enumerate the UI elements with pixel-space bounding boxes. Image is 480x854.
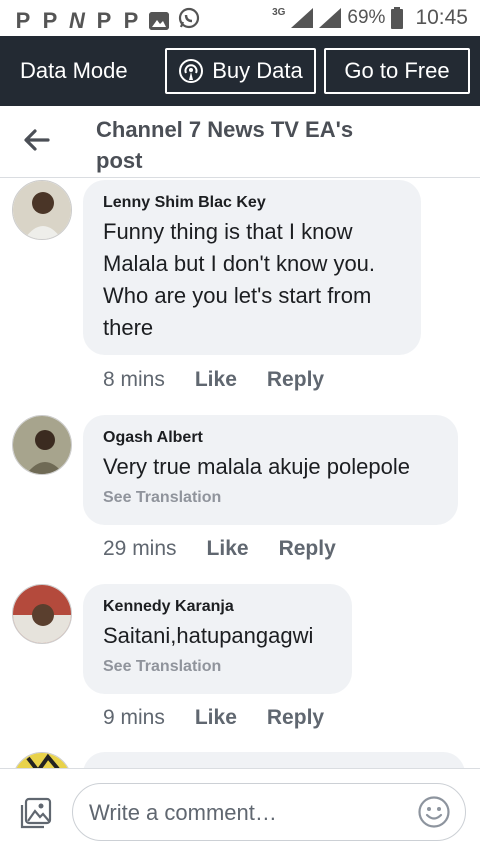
comment-actions: 29 mins Like Reply <box>103 537 366 561</box>
emoji-icon[interactable] <box>417 795 451 829</box>
reply-button[interactable]: Reply <box>267 368 324 392</box>
post-header: Channel 7 News TV EA's post <box>0 106 480 178</box>
whatsapp-icon <box>178 7 200 34</box>
avatar[interactable] <box>12 415 72 475</box>
avatar[interactable] <box>12 584 72 644</box>
back-arrow-icon[interactable] <box>22 126 50 154</box>
battery-percent: 69% <box>347 7 386 28</box>
photo-icon[interactable] <box>18 797 52 831</box>
gallery-icon <box>149 11 169 30</box>
comment-time: 8 mins <box>103 368 165 391</box>
comment-item <box>0 752 480 768</box>
comment-time: 9 mins <box>103 706 165 729</box>
avatar[interactable] <box>12 180 72 240</box>
like-button[interactable]: Like <box>195 368 237 392</box>
comment-actions: 9 mins Like Reply <box>103 706 354 730</box>
data-mode-banner: Data Mode Buy Data Go to Free <box>0 36 480 106</box>
comment-input[interactable]: Write a comment… <box>72 783 466 841</box>
page-title: Channel 7 News TV EA's post <box>96 117 354 173</box>
banner-title: Data Mode <box>20 58 128 83</box>
p-app-icon: P <box>42 7 58 33</box>
go-to-free-button[interactable]: Go to Free <box>324 48 470 94</box>
comment-author[interactable]: Lenny Shim Blac Key <box>103 192 401 214</box>
signal-icon <box>291 8 314 28</box>
comment-text: Saitani,hatupangagwi <box>103 623 314 648</box>
p-app-icon: P <box>123 7 139 33</box>
comment-bubble: Lenny Shim Blac Key Funny thing is that … <box>83 180 421 355</box>
p-app-icon: P <box>15 7 31 33</box>
avatar[interactable] <box>12 752 72 768</box>
reply-button[interactable]: Reply <box>279 537 336 561</box>
status-bar: P P N P P 3G 69% 10:45 <box>0 0 480 36</box>
comment-text: Very true malala akuje polepole <box>103 454 410 479</box>
comment-composer: Write a comment… <box>0 768 480 854</box>
comment-bubble <box>83 752 465 768</box>
buy-data-button[interactable]: Buy Data <box>165 48 316 94</box>
like-button[interactable]: Like <box>195 706 237 730</box>
battery-icon <box>391 7 404 29</box>
comment-time: 29 mins <box>103 537 177 560</box>
buy-data-label: Buy Data <box>212 58 303 83</box>
like-button[interactable]: Like <box>207 537 249 561</box>
signal-icon <box>319 8 342 28</box>
see-translation-link[interactable]: See Translation <box>103 489 438 507</box>
network-icon: N <box>69 7 85 33</box>
p-app-icon: P <box>96 7 112 33</box>
broadcast-icon <box>179 59 204 83</box>
comment-author[interactable]: Kennedy Karanja <box>103 596 332 618</box>
comment-text: Funny thing is that I know Malala but I … <box>103 219 376 340</box>
comment-bubble: Kennedy Karanja Saitani,hatupangagwi See… <box>83 584 352 694</box>
go-to-free-label: Go to Free <box>344 58 450 83</box>
clock: 10:45 <box>415 6 468 29</box>
network-type-label: 3G <box>272 6 286 18</box>
comment-placeholder: Write a comment… <box>89 800 277 825</box>
reply-button[interactable]: Reply <box>267 706 324 730</box>
see-translation-link[interactable]: See Translation <box>103 658 332 676</box>
comment-actions: 8 mins Like Reply <box>103 368 354 392</box>
comment-author[interactable]: Ogash Albert <box>103 427 438 449</box>
comment-bubble: Ogash Albert Very true malala akuje pole… <box>83 415 458 525</box>
